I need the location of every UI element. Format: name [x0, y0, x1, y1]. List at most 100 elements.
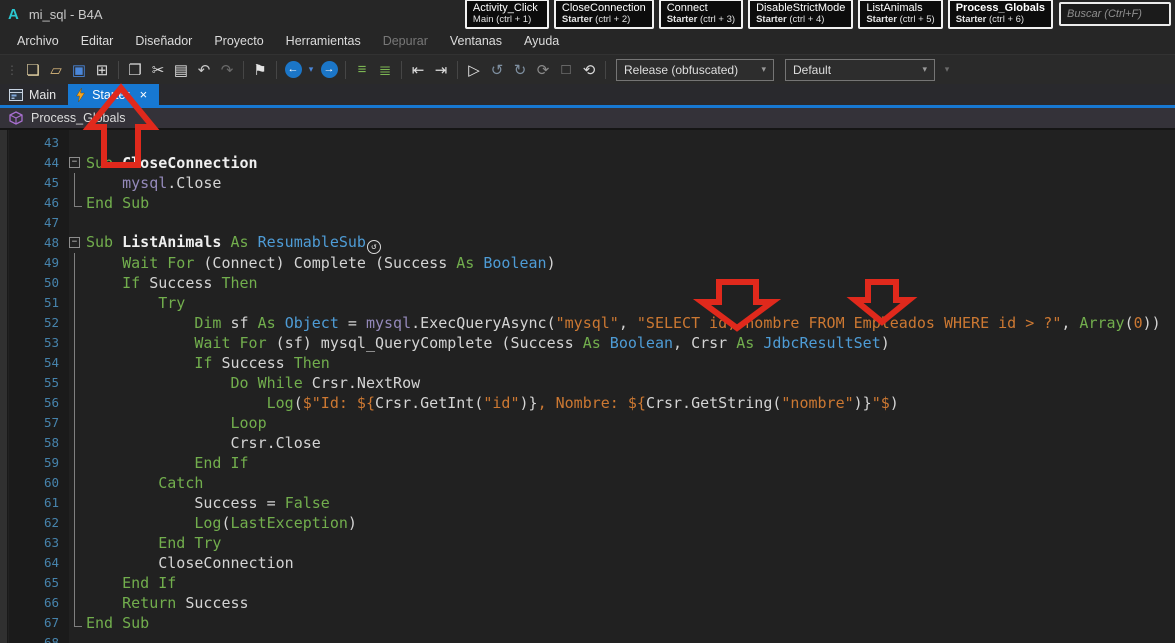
line-number[interactable]: 50: [0, 273, 69, 293]
line-number[interactable]: 57: [0, 413, 69, 433]
bookmark-icon[interactable]: ⚑: [249, 58, 271, 82]
line-number[interactable]: 62: [0, 513, 69, 533]
debug-restart-icon[interactable]: ⟳: [532, 58, 554, 82]
uncomment-icon[interactable]: ≣: [374, 58, 396, 82]
line-number[interactable]: 65: [0, 573, 69, 593]
menu-item-editar[interactable]: Editar: [70, 29, 125, 53]
fold-toggle-icon[interactable]: −: [69, 237, 80, 248]
fold-toggle-icon[interactable]: −: [69, 157, 80, 168]
code-line[interactable]: 63 End Try: [0, 533, 1175, 553]
line-number[interactable]: 46: [0, 193, 69, 213]
menu-item-ayuda[interactable]: Ayuda: [513, 29, 570, 53]
line-number[interactable]: 48: [0, 233, 69, 253]
copy-icon[interactable]: ❐: [124, 58, 146, 82]
code-line[interactable]: 65 End If: [0, 573, 1175, 593]
outdent-icon[interactable]: ⇤: [407, 58, 429, 82]
tab-main[interactable]: Main: [2, 84, 68, 105]
code-line[interactable]: 47: [0, 213, 1175, 233]
menu-item-proyecto[interactable]: Proyecto: [203, 29, 274, 53]
line-number[interactable]: 55: [0, 373, 69, 393]
sub-button-listanimals[interactable]: ListAnimals Starter (ctrl + 5): [858, 0, 943, 29]
code-editor[interactable]: 43 44− Sub CloseConnection 45 mysql.Close 46…: [0, 130, 1175, 643]
indent-icon[interactable]: ⇥: [430, 58, 452, 82]
paste-icon[interactable]: ▤: [170, 58, 192, 82]
build-configuration-select[interactable]: Release (obfuscated) ▾: [616, 58, 774, 81]
code-line[interactable]: 49 Wait For (Connect) Complete (Success …: [0, 253, 1175, 273]
code-line[interactable]: 66 Return Success: [0, 593, 1175, 613]
open-file-icon[interactable]: ▱: [45, 58, 67, 82]
code-line[interactable]: 58 Crsr.Close: [0, 433, 1175, 453]
back-history-icon[interactable]: ▾: [305, 58, 317, 82]
sub-button-closeconnection[interactable]: CloseConnection Starter (ctrl + 2): [553, 0, 654, 29]
toolbar-grip[interactable]: ⋮: [3, 63, 21, 77]
line-number[interactable]: 43: [0, 133, 69, 153]
sub-button-disablestrictmode[interactable]: DisableStrictMode Starter (ctrl + 4): [748, 0, 854, 29]
navigate-forward-icon[interactable]: →: [318, 58, 340, 82]
line-number[interactable]: 60: [0, 473, 69, 493]
code-line[interactable]: 46 End Sub: [0, 193, 1175, 213]
code-line[interactable]: 68: [0, 633, 1175, 643]
sub-button-process_globals[interactable]: Process_Globals Starter (ctrl + 6): [947, 0, 1053, 29]
tab-starter[interactable]: Starter ×: [68, 84, 160, 105]
stop-icon[interactable]: □: [555, 58, 577, 82]
code-line[interactable]: 48− Sub ListAnimals As ResumableSub ↺: [0, 233, 1175, 255]
menu-item-ventanas[interactable]: Ventanas: [439, 29, 513, 53]
sub-button-connect[interactable]: Connect Starter (ctrl + 3): [658, 0, 744, 29]
code-line[interactable]: 61 Success = False: [0, 493, 1175, 513]
code-line[interactable]: 67 End Sub: [0, 613, 1175, 633]
code-line[interactable]: 55 Do While Crsr.NextRow: [0, 373, 1175, 393]
clean-project-icon[interactable]: ⟲: [578, 58, 600, 82]
line-number[interactable]: 64: [0, 553, 69, 573]
breadcrumb[interactable]: Process_Globals: [0, 108, 1175, 130]
line-number[interactable]: 61: [0, 493, 69, 513]
code-line[interactable]: 59 End If: [0, 453, 1175, 473]
line-number[interactable]: 68: [0, 633, 69, 643]
code-line[interactable]: 43: [0, 133, 1175, 153]
search-input[interactable]: [1059, 2, 1171, 26]
line-number[interactable]: 51: [0, 293, 69, 313]
line-number[interactable]: 67: [0, 613, 69, 633]
code-line[interactable]: 56 Log($"Id: ${Crsr.GetInt("id")}, Nombr…: [0, 393, 1175, 413]
package-icon[interactable]: ⊞: [91, 58, 113, 82]
line-number[interactable]: 54: [0, 353, 69, 373]
line-number[interactable]: 66: [0, 593, 69, 613]
close-icon[interactable]: ×: [140, 87, 148, 102]
save-icon[interactable]: ▣: [68, 58, 90, 82]
line-number[interactable]: 49: [0, 253, 69, 273]
build-variant-select[interactable]: Default ▾: [785, 58, 935, 81]
debug-resume-icon[interactable]: ↺: [486, 58, 508, 82]
menu-item-archivo[interactable]: Archivo: [6, 29, 70, 53]
debug-step-icon[interactable]: ↻: [509, 58, 531, 82]
menu-item-herramientas[interactable]: Herramientas: [275, 29, 372, 53]
code-line[interactable]: 54 If Success Then: [0, 353, 1175, 373]
line-number[interactable]: 59: [0, 453, 69, 473]
line-number[interactable]: 47: [0, 213, 69, 233]
sub-button-activity_click[interactable]: Activity_Click Main (ctrl + 1): [464, 0, 549, 29]
cut-icon[interactable]: ✂: [147, 58, 169, 82]
line-number[interactable]: 44: [0, 153, 69, 173]
line-number[interactable]: 52: [0, 313, 69, 333]
redo-icon[interactable]: ↷: [216, 58, 238, 82]
line-number[interactable]: 56: [0, 393, 69, 413]
code-line[interactable]: 60 Catch: [0, 473, 1175, 493]
code-line[interactable]: 57 Loop: [0, 413, 1175, 433]
code-line[interactable]: 64 CloseConnection: [0, 553, 1175, 573]
menu-item-diseñador[interactable]: Diseñador: [124, 29, 203, 53]
code-line[interactable]: 51 Try: [0, 293, 1175, 313]
comment-icon[interactable]: ≡: [351, 58, 373, 82]
line-number[interactable]: 58: [0, 433, 69, 453]
line-number[interactable]: 53: [0, 333, 69, 353]
new-file-icon[interactable]: ❏: [22, 58, 44, 82]
code-line[interactable]: 45 mysql.Close: [0, 173, 1175, 193]
navigate-back-icon[interactable]: ←: [282, 58, 304, 82]
code-line[interactable]: 62 Log(LastException): [0, 513, 1175, 533]
run-icon[interactable]: ▷: [463, 58, 485, 82]
line-number[interactable]: 45: [0, 173, 69, 193]
code-line[interactable]: 44− Sub CloseConnection: [0, 153, 1175, 173]
code-line[interactable]: 52 Dim sf As Object = mysql.ExecQueryAsy…: [0, 313, 1175, 333]
line-number[interactable]: 63: [0, 533, 69, 553]
code-line[interactable]: 50 If Success Then: [0, 273, 1175, 293]
undo-icon[interactable]: ↶: [193, 58, 215, 82]
toolbar-overflow-icon[interactable]: ▾: [941, 58, 953, 82]
code-line[interactable]: 53 Wait For (sf) mysql_QueryComplete (Su…: [0, 333, 1175, 353]
